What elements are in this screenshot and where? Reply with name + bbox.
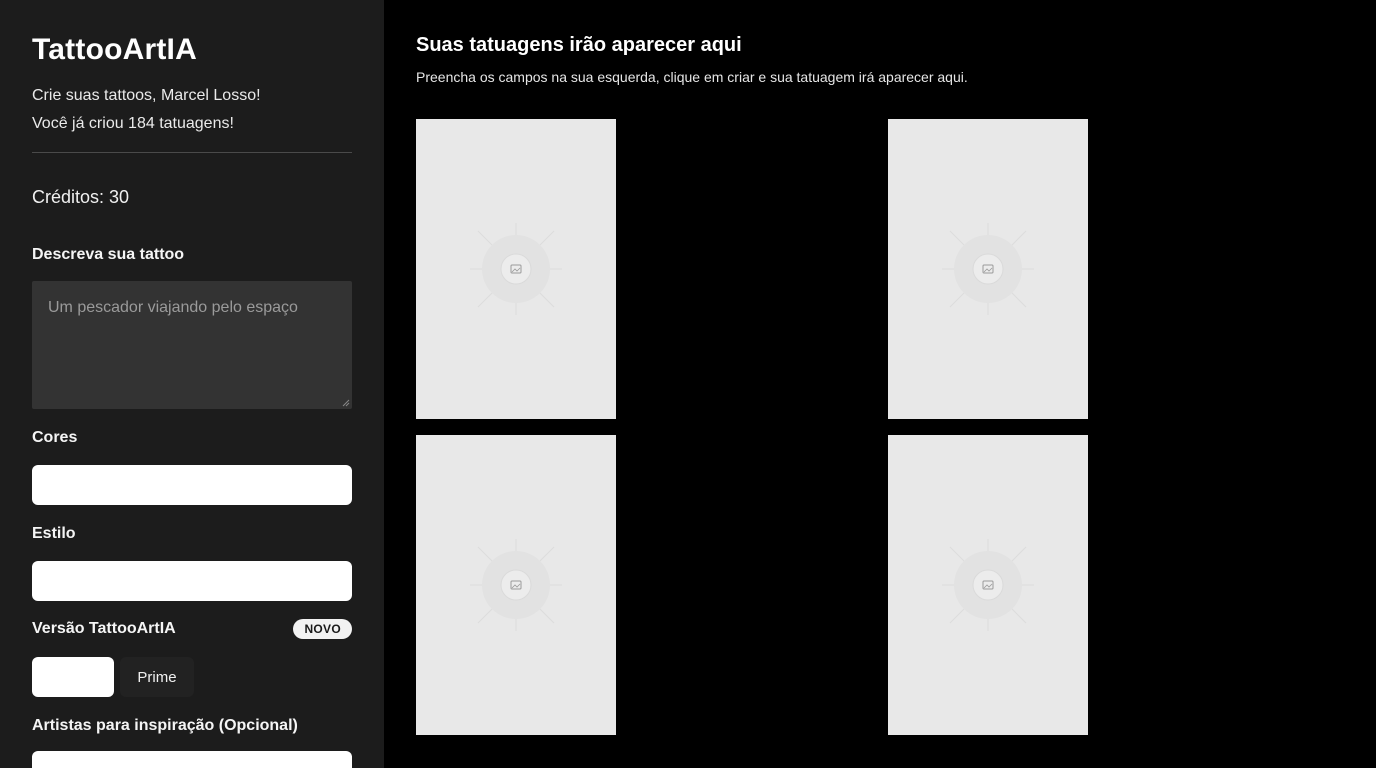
version-option-prime[interactable]: Prime [120, 657, 194, 697]
image-placeholder-icon [470, 223, 562, 315]
image-placeholder-icon [942, 223, 1034, 315]
tattoo-placeholder-card [416, 435, 616, 735]
version-row: Versão TattooArtIA NOVO [32, 619, 352, 639]
style-label: Estilo [32, 525, 76, 542]
results-subtitle: Preencha os campos na sua esquerda, cliq… [416, 69, 968, 85]
results-area: Suas tatuagens irão aparecer aqui Preenc… [384, 0, 1376, 768]
artists-label: Artistas para inspiração (Opcional) [32, 717, 298, 734]
version-label: Versão TattooArtIA [32, 620, 176, 637]
version-options: Prime [32, 657, 352, 697]
greeting-text: Crie suas tattoos, Marcel Losso! [32, 87, 261, 104]
describe-placeholder: Um pescador viajando pelo espaço [48, 299, 298, 316]
divider [32, 152, 352, 153]
app-root: TattooArtIA Crie suas tattoos, Marcel Lo… [0, 0, 1376, 768]
tattoo-count-text: Você já criou 184 tatuagens! [32, 115, 234, 132]
tattoo-placeholder-card [416, 119, 616, 419]
resize-grip-icon[interactable] [342, 399, 350, 407]
results-title: Suas tatuagens irão aparecer aqui [416, 34, 742, 56]
image-placeholder-icon [942, 539, 1034, 631]
sidebar: TattooArtIA Crie suas tattoos, Marcel Lo… [0, 0, 384, 768]
colors-label: Cores [32, 429, 78, 446]
results-grid [416, 119, 1344, 739]
new-badge: NOVO [293, 619, 352, 639]
tattoo-placeholder-card [888, 435, 1088, 735]
brand-title: TattooArtIA [32, 33, 197, 66]
tattoo-placeholder-card [888, 119, 1088, 419]
colors-input[interactable] [32, 465, 352, 505]
version-option-default[interactable] [32, 657, 114, 697]
credits-text: Créditos: 30 [32, 187, 130, 207]
artists-input[interactable] [32, 751, 352, 768]
style-input[interactable] [32, 561, 352, 601]
image-placeholder-icon [470, 539, 562, 631]
describe-textarea[interactable]: Um pescador viajando pelo espaço [32, 281, 352, 409]
describe-label: Descreva sua tattoo [32, 246, 185, 263]
